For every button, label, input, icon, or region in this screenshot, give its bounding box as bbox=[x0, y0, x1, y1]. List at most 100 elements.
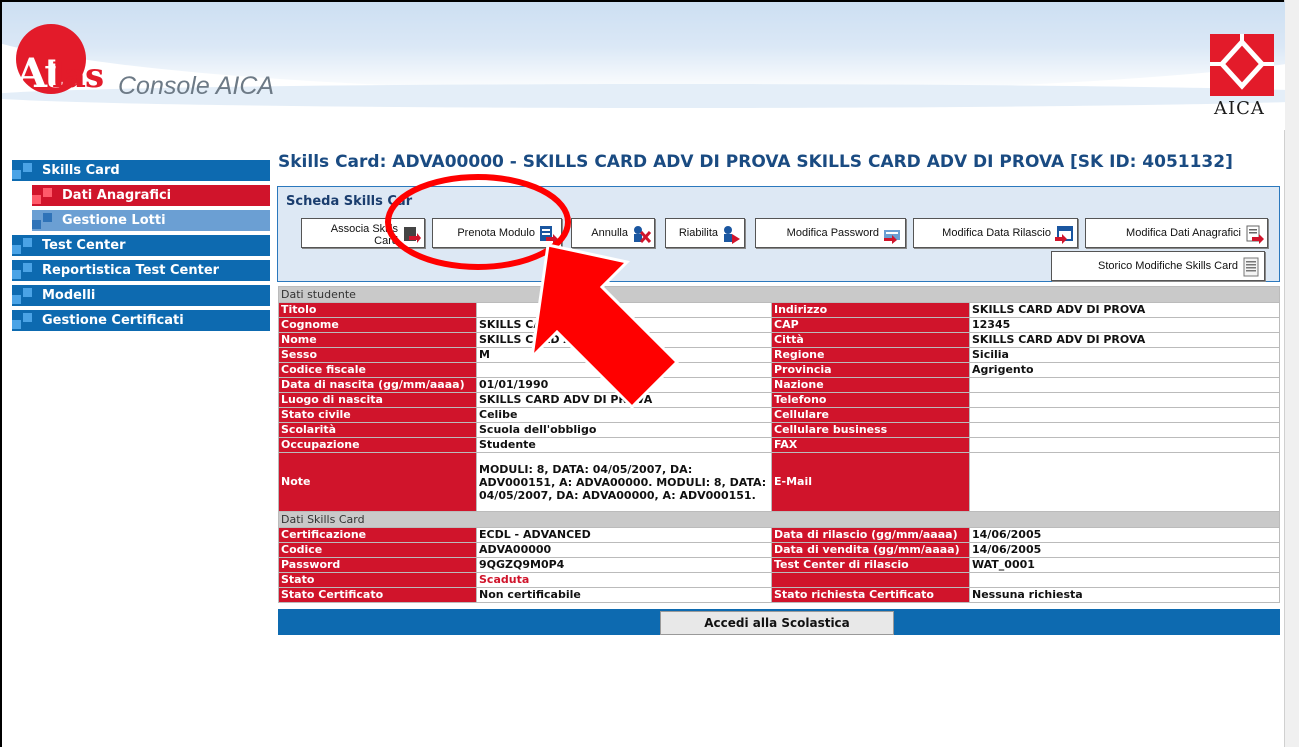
modifica-data-rilascio-button[interactable]: Modifica Data Rilascio bbox=[913, 218, 1078, 248]
nav-squares-icon bbox=[32, 213, 54, 229]
sidebar-item-label: Dati Anagrafici bbox=[62, 188, 172, 203]
field-value: 01/01/1990 bbox=[476, 377, 772, 393]
table-row: Password 9QGZQ9M0P4 Test Center di rilasci… bbox=[278, 557, 1280, 573]
nav-squares-icon bbox=[12, 288, 34, 304]
table-row: Certificazione ECDL - ADVANCED Data di ril… bbox=[278, 527, 1280, 543]
section-title: Dati Skills Card bbox=[278, 511, 1280, 528]
field-value: SKILLS CARD ADV D bbox=[476, 332, 772, 348]
table-row: Stato Scaduta bbox=[278, 572, 1280, 588]
field-label: Codice bbox=[278, 542, 477, 558]
button-label: Associa Skills Card bbox=[330, 223, 398, 247]
field-value: SKILLS CARD ADV DI PROVA bbox=[476, 392, 772, 408]
field-value: Agrigento bbox=[969, 362, 1280, 378]
modifica-anagrafici-icon bbox=[1246, 225, 1264, 244]
button-label: Modifica Data Rilascio bbox=[942, 227, 1051, 239]
riabilita-icon bbox=[724, 226, 740, 244]
field-value: Sicilia bbox=[969, 347, 1280, 363]
sidebar-item-label: Test Center bbox=[42, 238, 126, 253]
table-row: Nome SKILLS CARD ADV D Città SKILLS CARD AD… bbox=[278, 332, 1280, 348]
field-value: SKILLS CARD ADV bbox=[476, 317, 772, 333]
nav-squares-icon bbox=[12, 238, 34, 254]
table-row: Occupazione Studente FAX bbox=[278, 437, 1280, 453]
nav-squares-icon bbox=[12, 263, 34, 279]
storico-modifiche-button[interactable]: Storico Modifiche Skills Card bbox=[1051, 251, 1265, 281]
field-value: Celibe bbox=[476, 407, 772, 423]
field-label: Sesso bbox=[278, 347, 477, 363]
button-label: Annulla bbox=[591, 227, 628, 239]
field-label: Data di vendita (gg/mm/aaaa) bbox=[771, 542, 970, 558]
field-value bbox=[969, 377, 1280, 393]
modifica-password-icon bbox=[884, 230, 900, 244]
table-row: Stato civile Celibe Cellulare bbox=[278, 407, 1280, 423]
field-label: CAP bbox=[771, 317, 970, 333]
field-label: Test Center di rilascio bbox=[771, 557, 970, 573]
nav-squares-icon bbox=[12, 163, 34, 179]
field-value: Scaduta bbox=[476, 572, 772, 588]
nav-squares-icon bbox=[12, 313, 34, 329]
page-title: Skills Card: ADVA00000 - SKILLS CARD ADV… bbox=[278, 152, 1233, 172]
field-value bbox=[969, 437, 1280, 453]
field-label: E-Mail bbox=[771, 452, 970, 512]
sidebar-item-label: Gestione Certificati bbox=[42, 313, 184, 328]
field-value: M bbox=[476, 347, 772, 363]
button-label: Prenota Modulo bbox=[457, 227, 535, 239]
field-value: SKILLS CARD ADV DI PROVA bbox=[969, 302, 1280, 318]
button-label: Riabilita bbox=[678, 227, 718, 239]
field-label: Note bbox=[278, 452, 477, 512]
accedi-scolastica-button[interactable]: Accedi alla Scolastica bbox=[660, 611, 894, 635]
associa-icon bbox=[404, 227, 421, 243]
modifica-dati-anagrafici-button[interactable]: Modifica Dati Anagrafici bbox=[1085, 218, 1268, 248]
sidebar-item-label: Modelli bbox=[42, 288, 96, 303]
sidebar-item-dati-anagrafici[interactable]: Dati Anagrafici bbox=[32, 185, 270, 206]
field-value bbox=[969, 407, 1280, 423]
table-row: Scolarità Scuola dell'obbligo Cellulare bu… bbox=[278, 422, 1280, 438]
button-label: Modifica Password bbox=[786, 227, 879, 239]
dati-table: Dati studente Titolo Indirizzo SKILLS CARD… bbox=[278, 286, 1280, 603]
annulla-button[interactable]: Annulla bbox=[571, 218, 655, 248]
modifica-password-button[interactable]: Modifica Password bbox=[755, 218, 906, 248]
field-label: Città bbox=[771, 332, 970, 348]
sidebar-item-reportistica[interactable]: Reportistica Test Center bbox=[12, 260, 270, 281]
scrollbar[interactable] bbox=[1284, 0, 1299, 747]
field-label: Occupazione bbox=[278, 437, 477, 453]
riabilita-button[interactable]: Riabilita bbox=[665, 218, 745, 248]
section-header: Dati studente bbox=[278, 286, 1280, 303]
header: At las Console AICA AICA bbox=[2, 2, 1285, 130]
field-label: Stato Certificato bbox=[278, 587, 477, 603]
field-label: Data di rilascio (gg/mm/aaaa) bbox=[771, 527, 970, 543]
field-label: Certificazione bbox=[278, 527, 477, 543]
field-value: Non certificabile bbox=[476, 587, 772, 603]
prenota-modulo-button[interactable]: Prenota Modulo bbox=[432, 218, 562, 248]
field-label: Codice fiscale bbox=[278, 362, 477, 378]
sidebar-item-gestione-certificati[interactable]: Gestione Certificati bbox=[12, 310, 270, 331]
field-value: ECDL - ADVANCED bbox=[476, 527, 772, 543]
field-value: MODULI: 8, DATA: 04/05/2007, DA: ADV0001… bbox=[476, 452, 772, 512]
table-row: Cognome SKILLS CARD ADV CAP 12345 bbox=[278, 317, 1280, 333]
annulla-icon bbox=[634, 226, 651, 244]
sidebar-item-gestione-lotti[interactable]: Gestione Lotti bbox=[32, 210, 270, 231]
field-label: Password bbox=[278, 557, 477, 573]
sidebar-item-label: Reportistica Test Center bbox=[42, 263, 220, 278]
field-label bbox=[771, 572, 970, 588]
sidebar-item-modelli[interactable]: Modelli bbox=[12, 285, 270, 306]
table-row: Luogo di nascita SKILLS CARD ADV DI PROVA… bbox=[278, 392, 1280, 408]
table-row: Stato Certificato Non certificabile Stato … bbox=[278, 587, 1280, 603]
field-value: ADVA00000 bbox=[476, 542, 772, 558]
field-value: Scuola dell'obbligo bbox=[476, 422, 772, 438]
sidebar-item-skills-card[interactable]: Skills Card bbox=[12, 160, 270, 181]
associa-skills-card-button[interactable]: Associa Skills Card bbox=[301, 218, 425, 248]
field-value: 12345 bbox=[969, 317, 1280, 333]
field-label: Nazione bbox=[771, 377, 970, 393]
field-value: Nessuna richiesta bbox=[969, 587, 1280, 603]
field-label: Nome bbox=[278, 332, 477, 348]
field-label: Titolo bbox=[278, 302, 477, 318]
field-label: Luogo di nascita bbox=[278, 392, 477, 408]
field-label: Provincia bbox=[771, 362, 970, 378]
table-row: Note MODULI: 8, DATA: 04/05/2007, DA: ADV… bbox=[278, 452, 1280, 512]
button-label: Storico Modifiche Skills Card bbox=[1098, 260, 1238, 272]
field-label: Telefono bbox=[771, 392, 970, 408]
field-label: Cellulare bbox=[771, 407, 970, 423]
sidebar-item-test-center[interactable]: Test Center bbox=[12, 235, 270, 256]
table-row: Titolo Indirizzo SKILLS CARD ADV DI PROVA bbox=[278, 302, 1280, 318]
table-row: Codice ADVA00000 Data di vendita (gg/mm/aa… bbox=[278, 542, 1280, 558]
